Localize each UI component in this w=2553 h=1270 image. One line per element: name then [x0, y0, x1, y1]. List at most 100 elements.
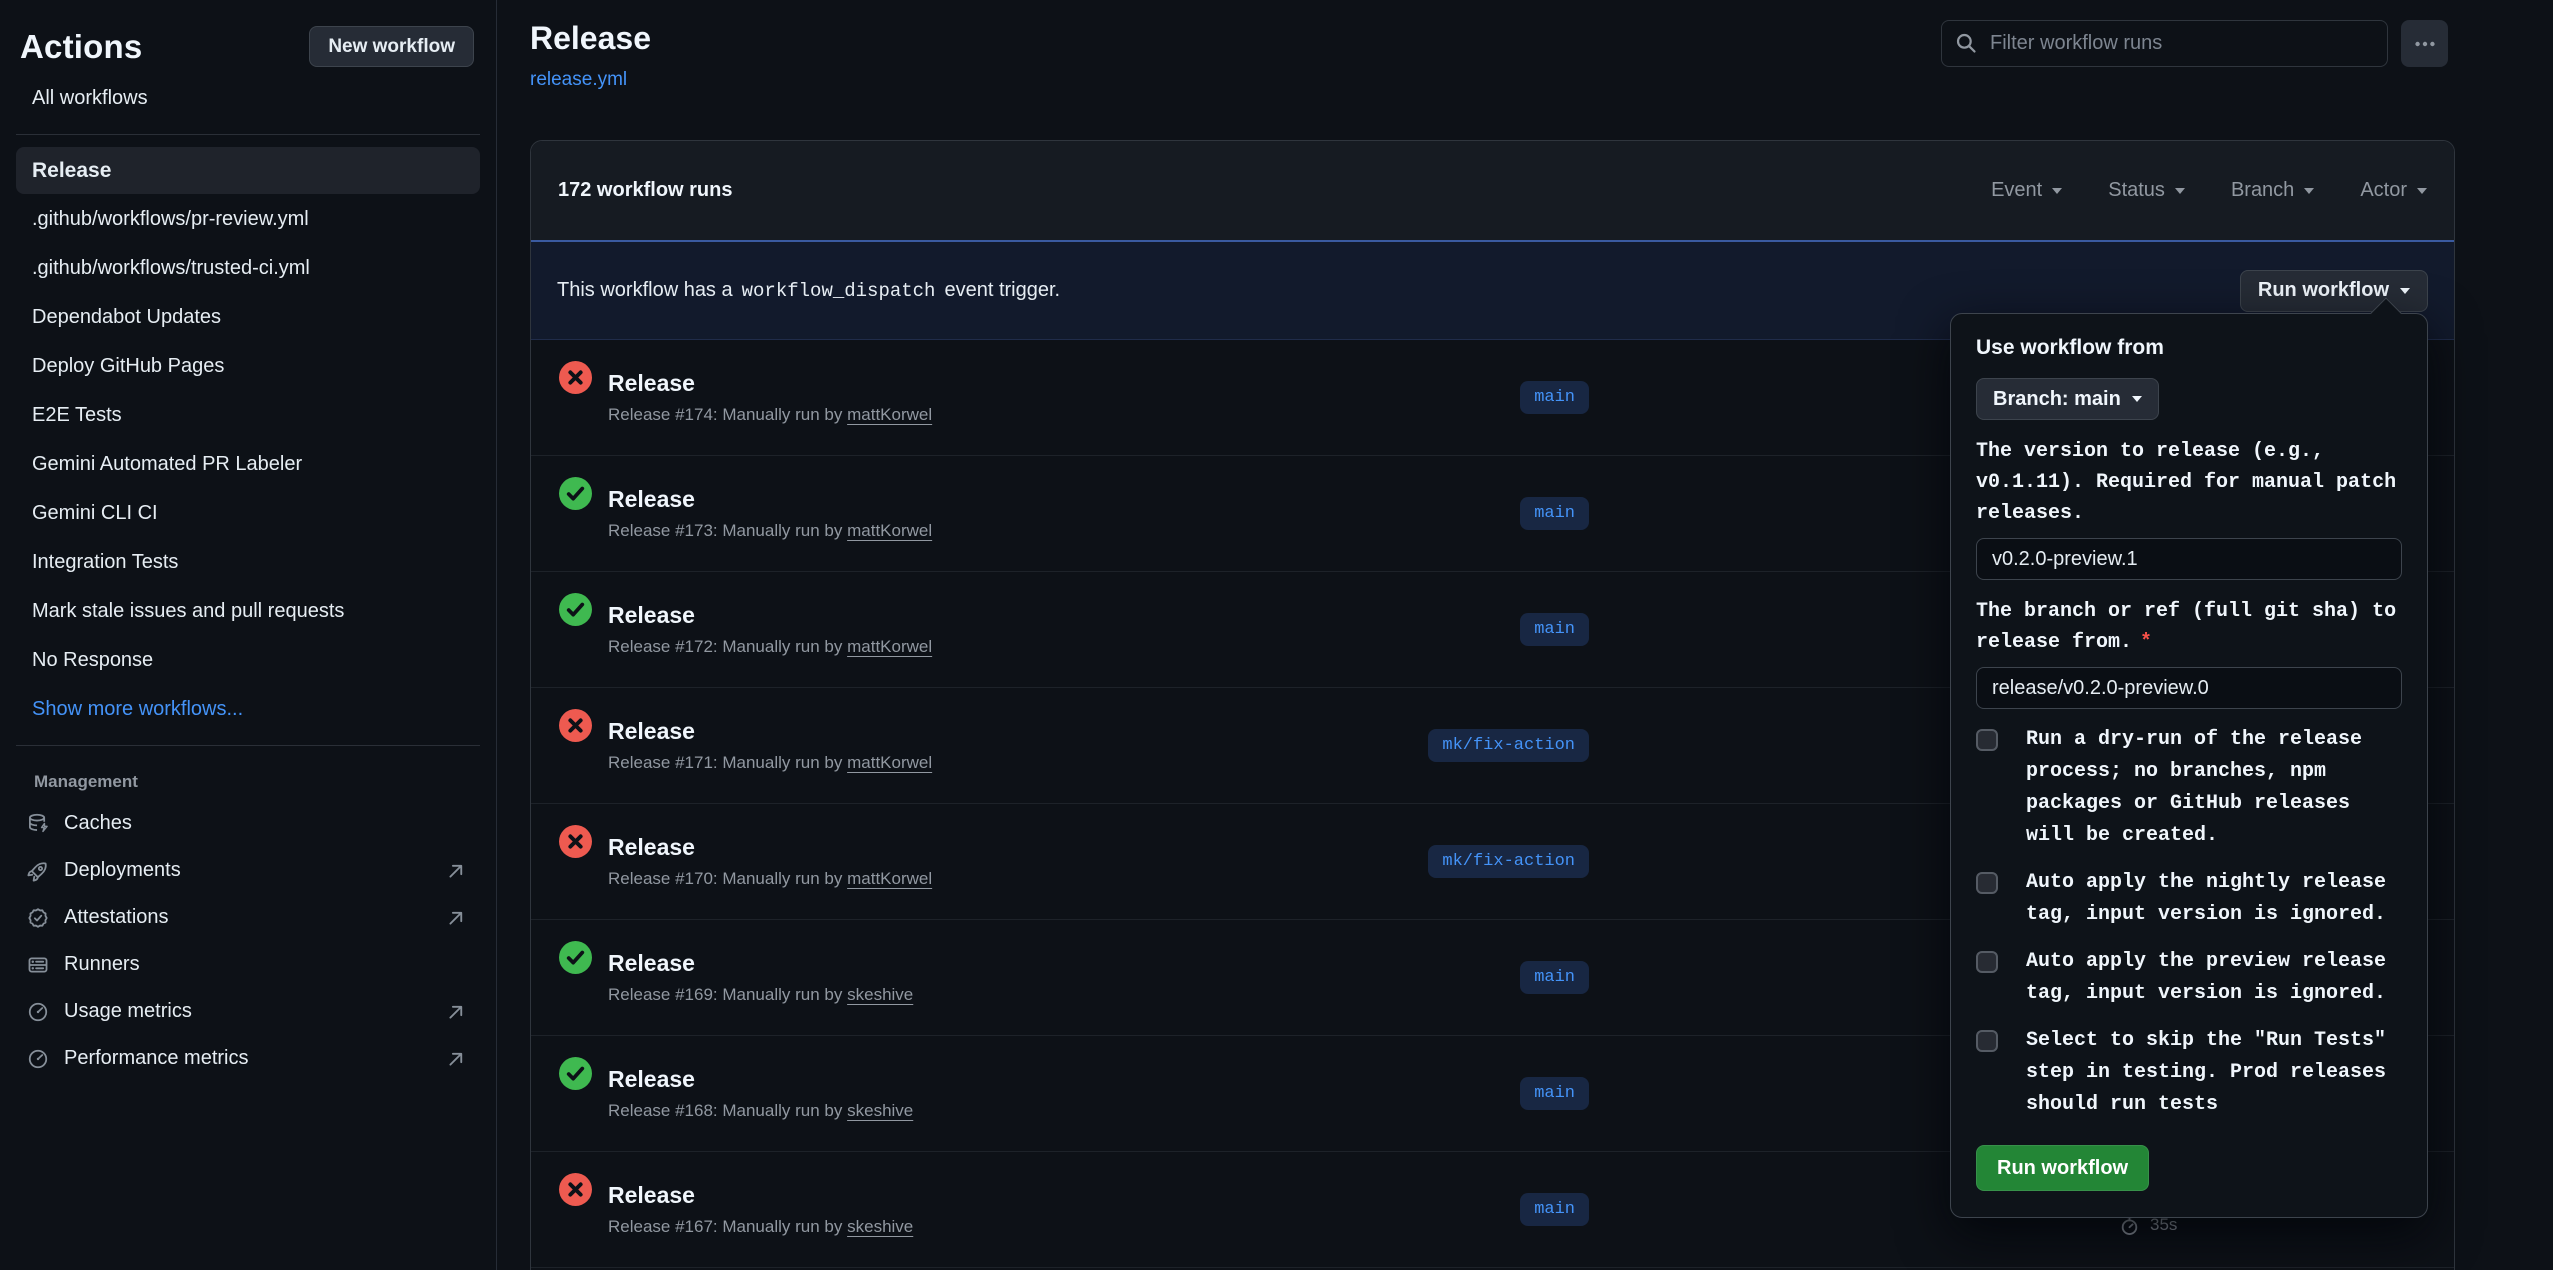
management-item[interactable]: Deployments — [0, 847, 496, 894]
management-item[interactable]: Usage metrics — [0, 988, 496, 1035]
new-workflow-button[interactable]: New workflow — [309, 26, 474, 67]
sidebar-workflow-item[interactable]: .github/workflows/pr-review.yml — [16, 196, 480, 243]
actor-link[interactable]: mattKorwel — [847, 869, 932, 888]
sidebar-workflow-item[interactable]: Release — [16, 147, 480, 194]
branch-badge[interactable]: mk/fix-action — [1428, 845, 1589, 878]
run-title-link[interactable]: Release — [608, 950, 695, 976]
run-title-link[interactable]: Release — [608, 486, 695, 512]
actor-link[interactable]: skeshive — [847, 1101, 913, 1120]
sidebar-workflow-item[interactable]: .github/workflows/trusted-ci.yml — [16, 245, 480, 292]
actor-link[interactable]: mattKorwel — [847, 405, 932, 424]
sidebar-item-all-workflows[interactable]: All workflows — [16, 75, 480, 122]
workflow-name: No Response — [32, 649, 153, 671]
input-label: The version to release (e.g., v0.1.11). … — [1976, 436, 2402, 529]
workflow-input-field[interactable] — [1976, 667, 2402, 709]
sidebar-workflow-item[interactable]: Gemini CLI CI — [16, 490, 480, 537]
workflow-name: Integration Tests — [32, 551, 178, 573]
workflow-options-button[interactable] — [2401, 20, 2448, 67]
management-item[interactable]: Performance metrics — [0, 1035, 496, 1082]
management-item-label: Deployments — [64, 859, 181, 882]
status-icon — [559, 941, 592, 974]
workflow-file-link[interactable]: release.yml — [530, 69, 627, 91]
checkbox-row: Run a dry-run of the release process; no… — [1976, 724, 2402, 852]
branch-selector-button[interactable]: Branch: main — [1976, 378, 2159, 420]
popover-title: Use workflow from — [1976, 336, 2402, 360]
branch-badge[interactable]: main — [1520, 381, 1589, 414]
filter-dropdown[interactable]: Branch — [2231, 179, 2314, 202]
input-label: The branch or ref (full git sha) to rele… — [1976, 596, 2402, 658]
chevron-down-icon — [2132, 396, 2142, 402]
runners-server-icon — [27, 954, 49, 976]
actor-link[interactable]: mattKorwel — [847, 521, 932, 540]
branch-badge[interactable]: main — [1520, 961, 1589, 994]
actor-link[interactable]: skeshive — [847, 1217, 913, 1236]
status-icon — [559, 709, 592, 742]
management-item[interactable]: Runners — [0, 941, 496, 988]
actor-link[interactable]: skeshive — [847, 985, 913, 1004]
show-more-workflows-link[interactable]: Show more workflows... — [16, 686, 480, 733]
workflow-name: Mark stale issues and pull requests — [32, 600, 344, 622]
workflow-name: E2E Tests — [32, 404, 122, 426]
chevron-down-icon — [2175, 188, 2185, 194]
sidebar-workflow-item[interactable]: Deploy GitHub Pages — [16, 343, 480, 390]
filter-dropdown[interactable]: Actor — [2360, 179, 2427, 202]
sidebar-workflow-list: Release .github/workflows/pr-review.yml … — [0, 147, 496, 684]
branch-badge[interactable]: main — [1520, 1193, 1589, 1226]
workflow-input-group: The branch or ref (full git sha) to rele… — [1976, 596, 2402, 709]
checkbox[interactable] — [1976, 951, 1998, 973]
branch-badge[interactable]: main — [1520, 613, 1589, 646]
run-title-link[interactable]: Release — [608, 370, 695, 396]
run-title-link[interactable]: Release — [608, 834, 695, 860]
runs-list-header: 172 workflow runs Event Status — [531, 141, 2454, 240]
run-description: Release #174: Manually run by mattKorwel — [608, 405, 1313, 425]
workflow-name: .github/workflows/pr-review.yml — [32, 208, 309, 230]
checkbox[interactable] — [1976, 1030, 1998, 1052]
sidebar-workflow-item[interactable]: Integration Tests — [16, 539, 480, 586]
checkbox-row: Auto apply the preview release tag, inpu… — [1976, 946, 2402, 1010]
sidebar-workflow-item[interactable]: No Response — [16, 637, 480, 684]
run-description: Release #173: Manually run by mattKorwel — [608, 521, 1313, 541]
workflow-input-field[interactable] — [1976, 538, 2402, 580]
popover-checkboxes: Run a dry-run of the release process; no… — [1976, 724, 2402, 1121]
chevron-down-icon — [2052, 188, 2062, 194]
run-title-link[interactable]: Release — [608, 602, 695, 628]
management-item[interactable]: Attestations — [0, 894, 496, 941]
filter-label: Event — [1991, 179, 2042, 202]
actor-link[interactable]: mattKorwel — [847, 637, 932, 656]
filter-label: Branch — [2231, 179, 2294, 202]
checkbox[interactable] — [1976, 729, 1998, 751]
run-description: Release #171: Manually run by mattKorwel — [608, 753, 1313, 773]
runs-filters: Event Status Branch — [1991, 179, 2427, 202]
filter-label: Status — [2108, 179, 2165, 202]
run-workflow-submit-button[interactable]: Run workflow — [1976, 1145, 2149, 1191]
run-title-link[interactable]: Release — [608, 1066, 695, 1092]
filter-dropdown[interactable]: Status — [2108, 179, 2185, 202]
sidebar-divider — [16, 134, 480, 135]
run-workflow-dropdown-button[interactable]: Run workflow — [2240, 270, 2428, 312]
run-title-link[interactable]: Release — [608, 718, 695, 744]
run-duration: 35s — [2150, 1215, 2177, 1235]
run-description: Release #167: Manually run by skeshive — [608, 1217, 1313, 1237]
sidebar-workflow-item[interactable]: E2E Tests — [16, 392, 480, 439]
sidebar-workflow-item[interactable]: Mark stale issues and pull requests — [16, 588, 480, 635]
branch-badge[interactable]: main — [1520, 497, 1589, 530]
workflow-name: Dependabot Updates — [32, 306, 221, 328]
branch-badge[interactable]: main — [1520, 1077, 1589, 1110]
run-description: Release #168: Manually run by skeshive — [608, 1101, 1313, 1121]
sidebar-workflow-item[interactable]: Gemini Automated PR Labeler — [16, 441, 480, 488]
status-icon — [559, 477, 592, 510]
run-title-link[interactable]: Release — [608, 1182, 695, 1208]
status-icon — [559, 1057, 592, 1090]
filter-dropdown[interactable]: Event — [1991, 179, 2062, 202]
sidebar-workflow-item[interactable]: Dependabot Updates — [16, 294, 480, 341]
popover-fields: The version to release (e.g., v0.1.11). … — [1976, 436, 2402, 709]
management-item[interactable]: Caches — [0, 800, 496, 847]
workflow-name: Gemini CLI CI — [32, 502, 158, 524]
meter-gauge-icon — [27, 1001, 49, 1023]
filter-workflow-runs-input[interactable] — [1941, 20, 2388, 67]
run-description: Release #170: Manually run by mattKorwel — [608, 869, 1313, 889]
checkbox[interactable] — [1976, 872, 1998, 894]
workflow-name: Release — [32, 159, 111, 182]
branch-badge[interactable]: mk/fix-action — [1428, 729, 1589, 762]
actor-link[interactable]: mattKorwel — [847, 753, 932, 772]
